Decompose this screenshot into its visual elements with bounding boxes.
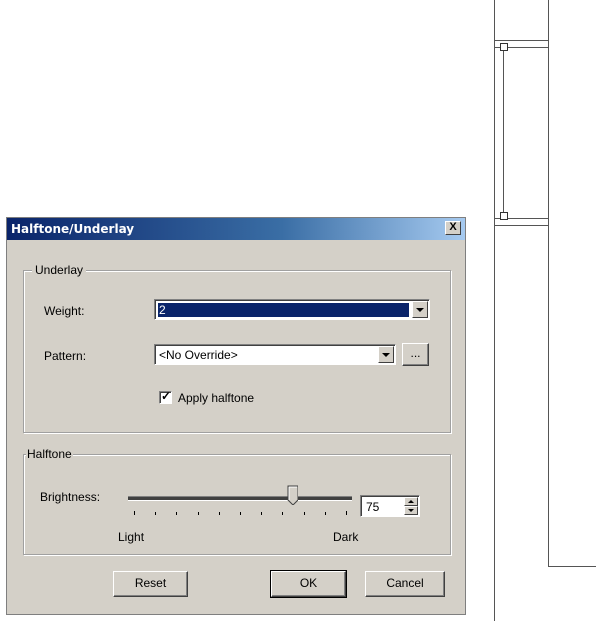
pattern-combo[interactable]: <No Override>	[154, 344, 396, 365]
weight-value: 2	[158, 303, 409, 317]
beam-line-bot-2	[494, 225, 548, 226]
dialog-title: Halftone/Underlay	[11, 222, 135, 236]
slider-tick	[155, 512, 156, 515]
slider-tick	[282, 512, 283, 515]
pattern-browse-button[interactable]: ...	[402, 343, 429, 366]
slider-thumb[interactable]	[287, 485, 298, 505]
pattern-label: Pattern:	[44, 349, 87, 363]
slider-tick	[325, 512, 326, 515]
dialog-titlebar[interactable]: Halftone/Underlay X	[7, 218, 465, 240]
slider-tick	[240, 512, 241, 515]
slider-tick	[304, 512, 305, 515]
apply-halftone-label[interactable]: Apply halftone	[178, 391, 254, 405]
slider-tick	[261, 512, 262, 515]
underlay-group: Underlay Weight: 2 Pattern: <No Override…	[23, 263, 451, 433]
wall-line-right	[548, 0, 549, 566]
wall-line-bottom	[548, 566, 596, 567]
inner-line	[503, 47, 504, 218]
chevron-down-icon[interactable]	[412, 301, 428, 318]
halftone-underlay-dialog: Halftone/Underlay X Underlay Weight: 2 P…	[6, 217, 466, 615]
reset-label: Reset	[134, 576, 167, 590]
slider-tick	[346, 511, 347, 515]
checkmark-icon: ✓	[161, 389, 172, 403]
close-button[interactable]: X	[445, 221, 461, 235]
brightness-value: 75	[366, 500, 380, 514]
chevron-down-icon[interactable]	[378, 346, 394, 363]
weight-combo[interactable]: 2	[154, 299, 430, 320]
dark-label: Dark	[333, 530, 359, 544]
halftone-group: Halftone Brightness: Light Dark 75	[23, 447, 451, 555]
cancel-label: Cancel	[386, 576, 424, 590]
spin-down-icon[interactable]	[404, 506, 418, 515]
light-label: Light	[118, 530, 145, 544]
slider-track	[128, 496, 352, 501]
slider-tick	[176, 512, 177, 515]
pattern-value: <No Override>	[159, 348, 238, 362]
ok-button[interactable]: OK	[271, 571, 346, 597]
halftone-group-label: Halftone	[26, 447, 73, 461]
reset-button[interactable]: Reset	[113, 571, 188, 597]
brightness-slider[interactable]	[128, 485, 352, 525]
wall-line-left	[494, 0, 495, 621]
weight-label: Weight:	[44, 304, 85, 318]
ok-label: OK	[299, 576, 318, 590]
grip-top[interactable]	[500, 43, 508, 51]
close-icon: X	[449, 221, 457, 233]
cancel-button[interactable]: Cancel	[365, 571, 445, 597]
slider-tick	[198, 512, 199, 515]
underlay-group-label: Underlay	[32, 263, 87, 277]
apply-halftone-checkbox[interactable]: ✓	[159, 389, 172, 404]
spin-up-icon[interactable]	[404, 497, 418, 506]
drawing-canvas[interactable]	[470, 0, 596, 621]
brightness-label: Brightness:	[40, 490, 101, 504]
brightness-spinner[interactable]: 75	[360, 495, 420, 517]
slider-tick	[219, 512, 220, 515]
slider-tick	[134, 511, 135, 515]
beam-line-top-1	[494, 40, 548, 41]
browse-label: ...	[410, 346, 421, 360]
grip-bottom[interactable]	[500, 212, 508, 220]
